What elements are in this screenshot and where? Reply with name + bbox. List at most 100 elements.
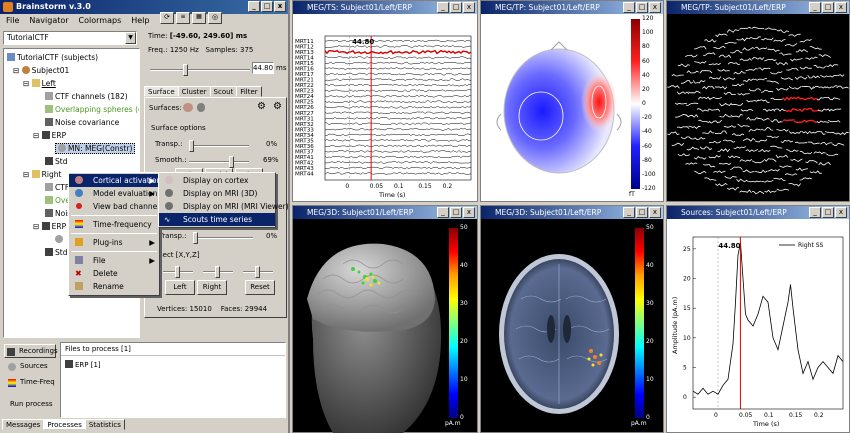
minimize-button[interactable]: _: [248, 1, 260, 12]
time-input[interactable]: 44.80: [252, 62, 274, 74]
submenu-display-mri-3d[interactable]: Display on MRI (3D): [159, 187, 275, 200]
resect-y-slider[interactable]: [203, 266, 233, 278]
close-button[interactable]: x: [274, 1, 286, 12]
maximize-button[interactable]: □: [822, 2, 834, 13]
data-transp-slider-thumb[interactable]: [193, 232, 198, 244]
menu-navigator[interactable]: Navigator: [29, 14, 68, 27]
side-sources[interactable]: Sources: [6, 362, 48, 371]
file-item[interactable]: ERP [1]: [61, 355, 285, 373]
resect-z-slider[interactable]: [243, 266, 273, 278]
resect-x-thumb[interactable]: [175, 266, 180, 278]
resect-left-button[interactable]: Left: [165, 280, 195, 295]
smooth-slider[interactable]: [189, 156, 249, 168]
submenu-scouts-time-series[interactable]: ∿ Scouts time series: [159, 213, 275, 226]
file-icon: [75, 256, 83, 264]
smooth-slider-thumb[interactable]: [229, 156, 234, 168]
topography-map[interactable]: [481, 14, 631, 202]
time-panel: Time: [-49.60, 249.60] ms Freq.: 1250 Hz…: [146, 30, 286, 82]
refresh-icon[interactable]: ⟳: [160, 12, 174, 24]
tab-processes[interactable]: Processes: [43, 419, 86, 430]
tree-condition-left[interactable]: ⊟ Left: [7, 77, 139, 90]
run-process-button[interactable]: Run process: [10, 400, 53, 408]
tree-results-mn[interactable]: MN: MEG(Constr): [7, 142, 139, 155]
menu-help[interactable]: Help: [131, 14, 149, 27]
layout-icon[interactable]: ≡: [176, 12, 190, 24]
menu-plugins[interactable]: Plug-ins ▶: [69, 236, 159, 249]
minimize-button[interactable]: _: [809, 207, 821, 218]
resect-right-button[interactable]: Right: [197, 280, 227, 295]
tree-subject[interactable]: ⊟ Subject01: [7, 64, 139, 77]
minimize-button[interactable]: _: [623, 2, 635, 13]
close-button[interactable]: x: [649, 207, 661, 218]
tab-scout[interactable]: Scout: [209, 86, 238, 97]
menu-rename[interactable]: Rename: [69, 280, 159, 293]
close-button[interactable]: x: [463, 2, 475, 13]
time-slider-thumb[interactable]: [183, 64, 188, 76]
remove-surface-icon[interactable]: ⚙: [273, 101, 282, 112]
side-recordings[interactable]: Recordings: [4, 344, 58, 358]
app-titlebar: Brainstorm v.3.0 _ □ x: [0, 0, 288, 14]
maximize-button[interactable]: □: [450, 207, 462, 218]
maximize-button[interactable]: □: [261, 1, 273, 12]
minimize-button[interactable]: _: [623, 207, 635, 218]
context-menu: Cortical activations ▶ Model evaluation ▶ …: [68, 172, 165, 296]
tab-statistics[interactable]: Statistics: [84, 419, 125, 430]
brain-icon[interactable]: [183, 103, 193, 112]
submenu-display-cortex[interactable]: Display on cortex: [159, 174, 275, 187]
sensor-trace: [686, 146, 699, 151]
plugin-icon: [75, 238, 83, 246]
resect-reset-button[interactable]: Reset: [245, 280, 275, 295]
chevron-down-icon[interactable]: ▼: [125, 32, 136, 44]
tree-noisecov[interactable]: Noise covariance: [7, 116, 139, 129]
close-button[interactable]: x: [835, 207, 847, 218]
menu-time-frequency[interactable]: Time-frequency: [69, 218, 159, 231]
tab-surface[interactable]: Surface: [144, 86, 179, 97]
data-transp-slider[interactable]: [193, 232, 253, 244]
minimize-button[interactable]: _: [809, 2, 821, 13]
tree-std[interactable]: Std: [7, 155, 139, 168]
close-button[interactable]: x: [649, 2, 661, 13]
tab-filter[interactable]: Filter: [236, 86, 262, 97]
menu-model-evaluation[interactable]: Model evaluation ▶: [69, 187, 159, 200]
minimize-button[interactable]: _: [437, 2, 449, 13]
timeseries-plot[interactable]: MRT11MRT12MRT13MRT14MRT15MRT16MRT17MRT21…: [293, 14, 477, 202]
tab-cluster[interactable]: Cluster: [177, 86, 211, 97]
maximize-button[interactable]: □: [450, 2, 462, 13]
cortex-render[interactable]: [293, 219, 443, 433]
tree-channels[interactable]: CTF channels (182): [7, 90, 139, 103]
minimize-button[interactable]: _: [437, 207, 449, 218]
tree-erp[interactable]: ⊟ ERP: [7, 129, 139, 142]
resect-y-thumb[interactable]: [215, 266, 220, 278]
tree-headmodel[interactable]: Overlapping spheres (cortex): [7, 103, 139, 116]
side-timefreq[interactable]: Time-Freq: [6, 378, 55, 387]
resect-z-thumb[interactable]: [255, 266, 260, 278]
maximize-button[interactable]: □: [822, 207, 834, 218]
submenu-display-mri-viewer[interactable]: Display on MRI (MRI Viewer): [159, 200, 289, 213]
maximize-button[interactable]: □: [636, 2, 648, 13]
sensor-trace: [816, 120, 829, 124]
menu-colormaps[interactable]: Colormaps: [79, 14, 122, 27]
target-icon[interactable]: ◎: [208, 12, 222, 24]
menu-file[interactable]: File ▶: [69, 254, 159, 267]
menu-file[interactable]: File: [6, 14, 19, 27]
tree-root[interactable]: TutorialCTF (subjects): [7, 51, 139, 64]
x-tick-label: 0.2: [814, 412, 824, 419]
transp-slider[interactable]: [189, 140, 249, 152]
time-slider[interactable]: [150, 64, 250, 76]
tile-icon[interactable]: ▦: [192, 12, 206, 24]
protocol-select[interactable]: TutorialCTF ▼: [3, 31, 137, 45]
menu-delete[interactable]: ✖ Delete: [69, 267, 159, 280]
close-button[interactable]: x: [463, 207, 475, 218]
sources-chart[interactable]: 25 20 15 10 5 0 0 0.05 0.1 0.15 0.2 44.80 Right SS Ti…: [667, 219, 849, 433]
sensor-layout-plot[interactable]: [667, 14, 849, 202]
maximize-button[interactable]: □: [636, 207, 648, 218]
menu-view-bad-channels[interactable]: View bad channels: [69, 200, 163, 213]
resect-x-slider[interactable]: [163, 266, 193, 278]
menu-cortical-activations[interactable]: Cortical activations ▶: [69, 174, 165, 187]
tab-messages[interactable]: Messages: [2, 419, 45, 430]
close-button[interactable]: x: [835, 2, 847, 13]
head-icon[interactable]: [197, 103, 205, 112]
add-surface-icon[interactable]: ⚙: [257, 101, 266, 112]
transp-slider-thumb[interactable]: [189, 140, 194, 152]
mri-slice[interactable]: [481, 219, 631, 433]
